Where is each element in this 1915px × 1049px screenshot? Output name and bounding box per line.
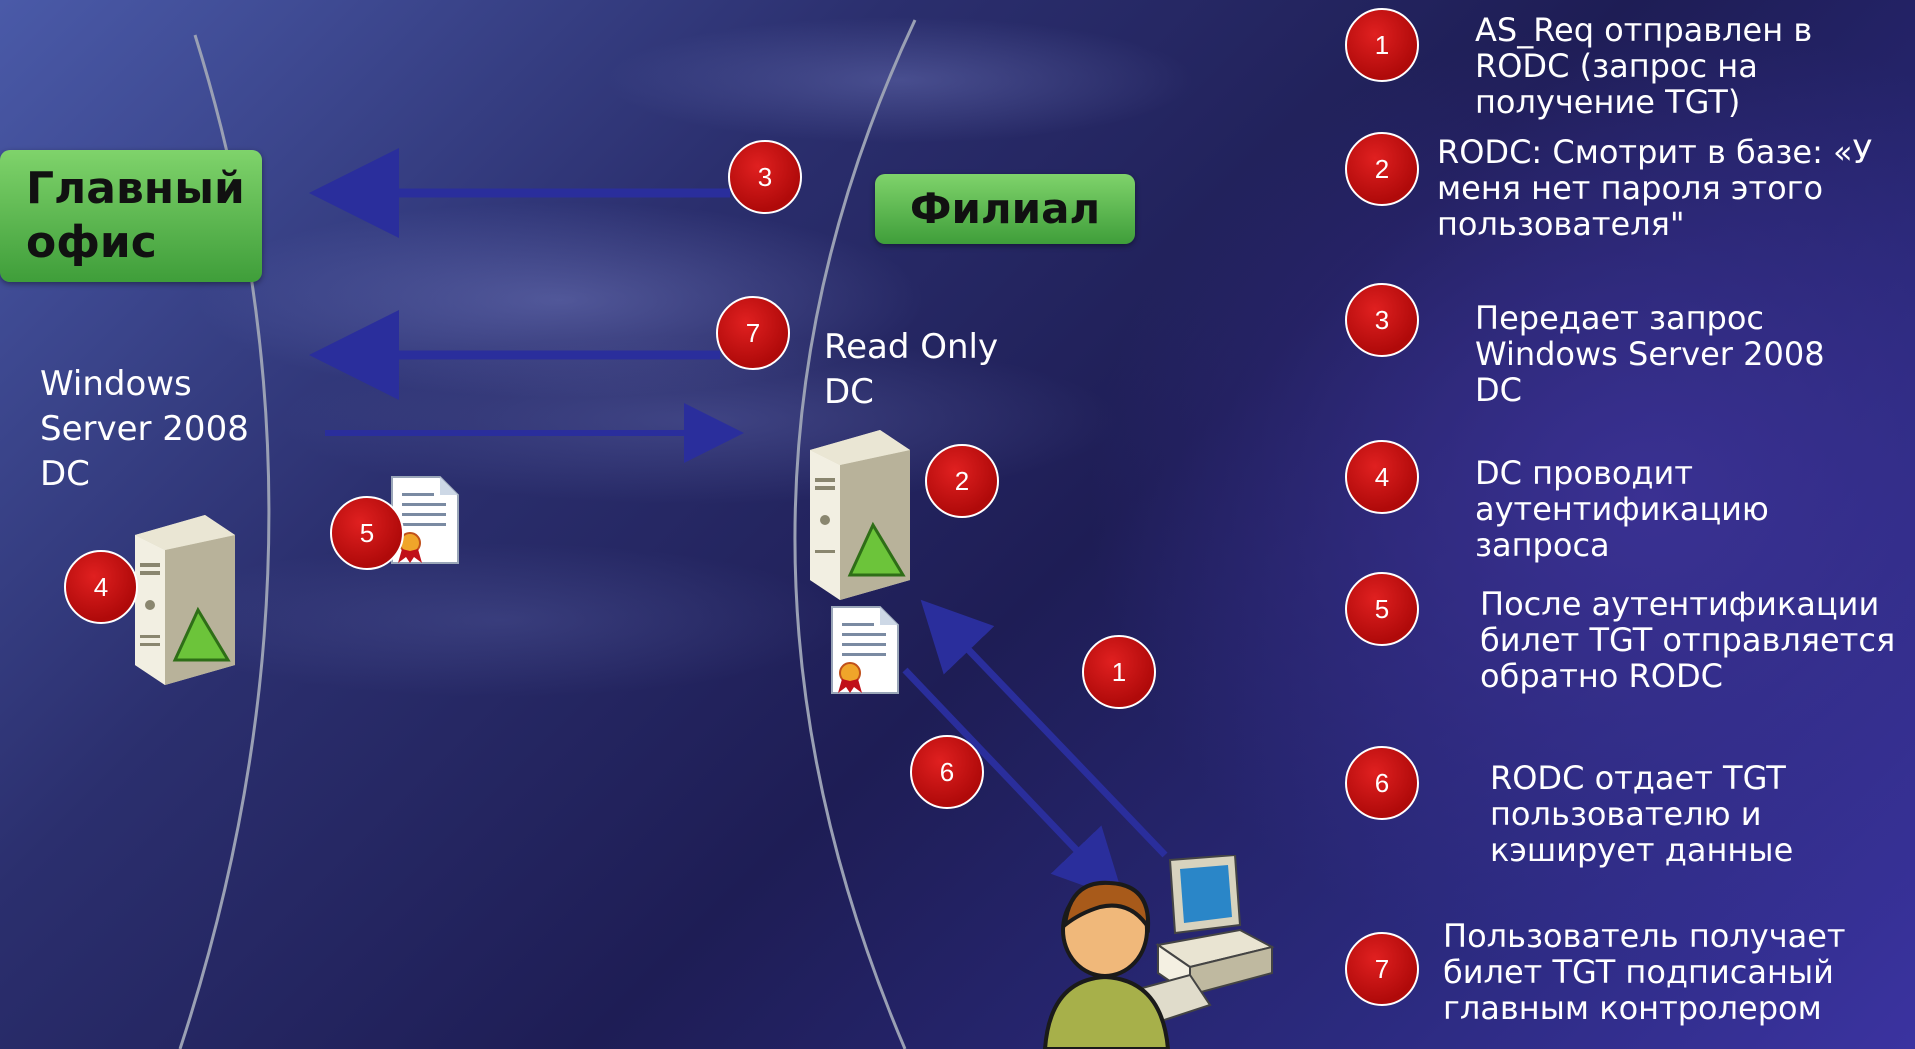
badge-6: 6 — [910, 735, 984, 809]
branch-label: Филиал — [875, 174, 1135, 244]
step-6-badge: 6 — [1345, 746, 1419, 820]
step-3-text: Передает запрос Windows Server 2008 DC — [1475, 299, 1825, 409]
branch-server-label: Read Only DC — [824, 327, 999, 412]
ticket-certificate-icon-2 — [831, 606, 899, 694]
user-computer-icon — [1042, 855, 1275, 1049]
badge-7: 7 — [716, 296, 790, 370]
badge-5: 5 — [330, 496, 404, 570]
main-dc-server-icon — [135, 515, 235, 685]
main-server-label: Windows Server 2008 DC — [40, 364, 249, 494]
step-1-badge: 1 — [1345, 8, 1419, 82]
badge-3: 3 — [728, 140, 802, 214]
step-2-badge: 2 — [1345, 132, 1419, 206]
main-office-label: Главный офис — [0, 150, 262, 282]
rodc-authentication-diagram: Главный офис Филиал Windows Server 2008 … — [0, 0, 1915, 1049]
step-6-text: RODC отдает TGT пользователю и кэширует … — [1490, 759, 1794, 869]
badge-1: 1 — [1082, 635, 1156, 709]
step-5-text: После аутентификации билет TGT отправляе… — [1480, 585, 1896, 695]
rodc-server-icon — [810, 430, 910, 600]
badge-4: 4 — [64, 550, 138, 624]
step-5-badge: 5 — [1345, 572, 1419, 646]
step-4-text: DC проводит аутентификацию запроса — [1475, 454, 1769, 564]
step-4-badge: 4 — [1345, 440, 1419, 514]
step-7-text: Пользователь получает билет TGT подписан… — [1443, 917, 1846, 1027]
step-2-text: RODC: Смотрит в базе: «У меня нет пароля… — [1437, 133, 1873, 243]
step-1-text: AS_Req отправлен в RODC (запрос на получ… — [1475, 11, 1813, 121]
step-3-badge: 3 — [1345, 283, 1419, 357]
step-7-badge: 7 — [1345, 932, 1419, 1006]
badge-2: 2 — [925, 444, 999, 518]
